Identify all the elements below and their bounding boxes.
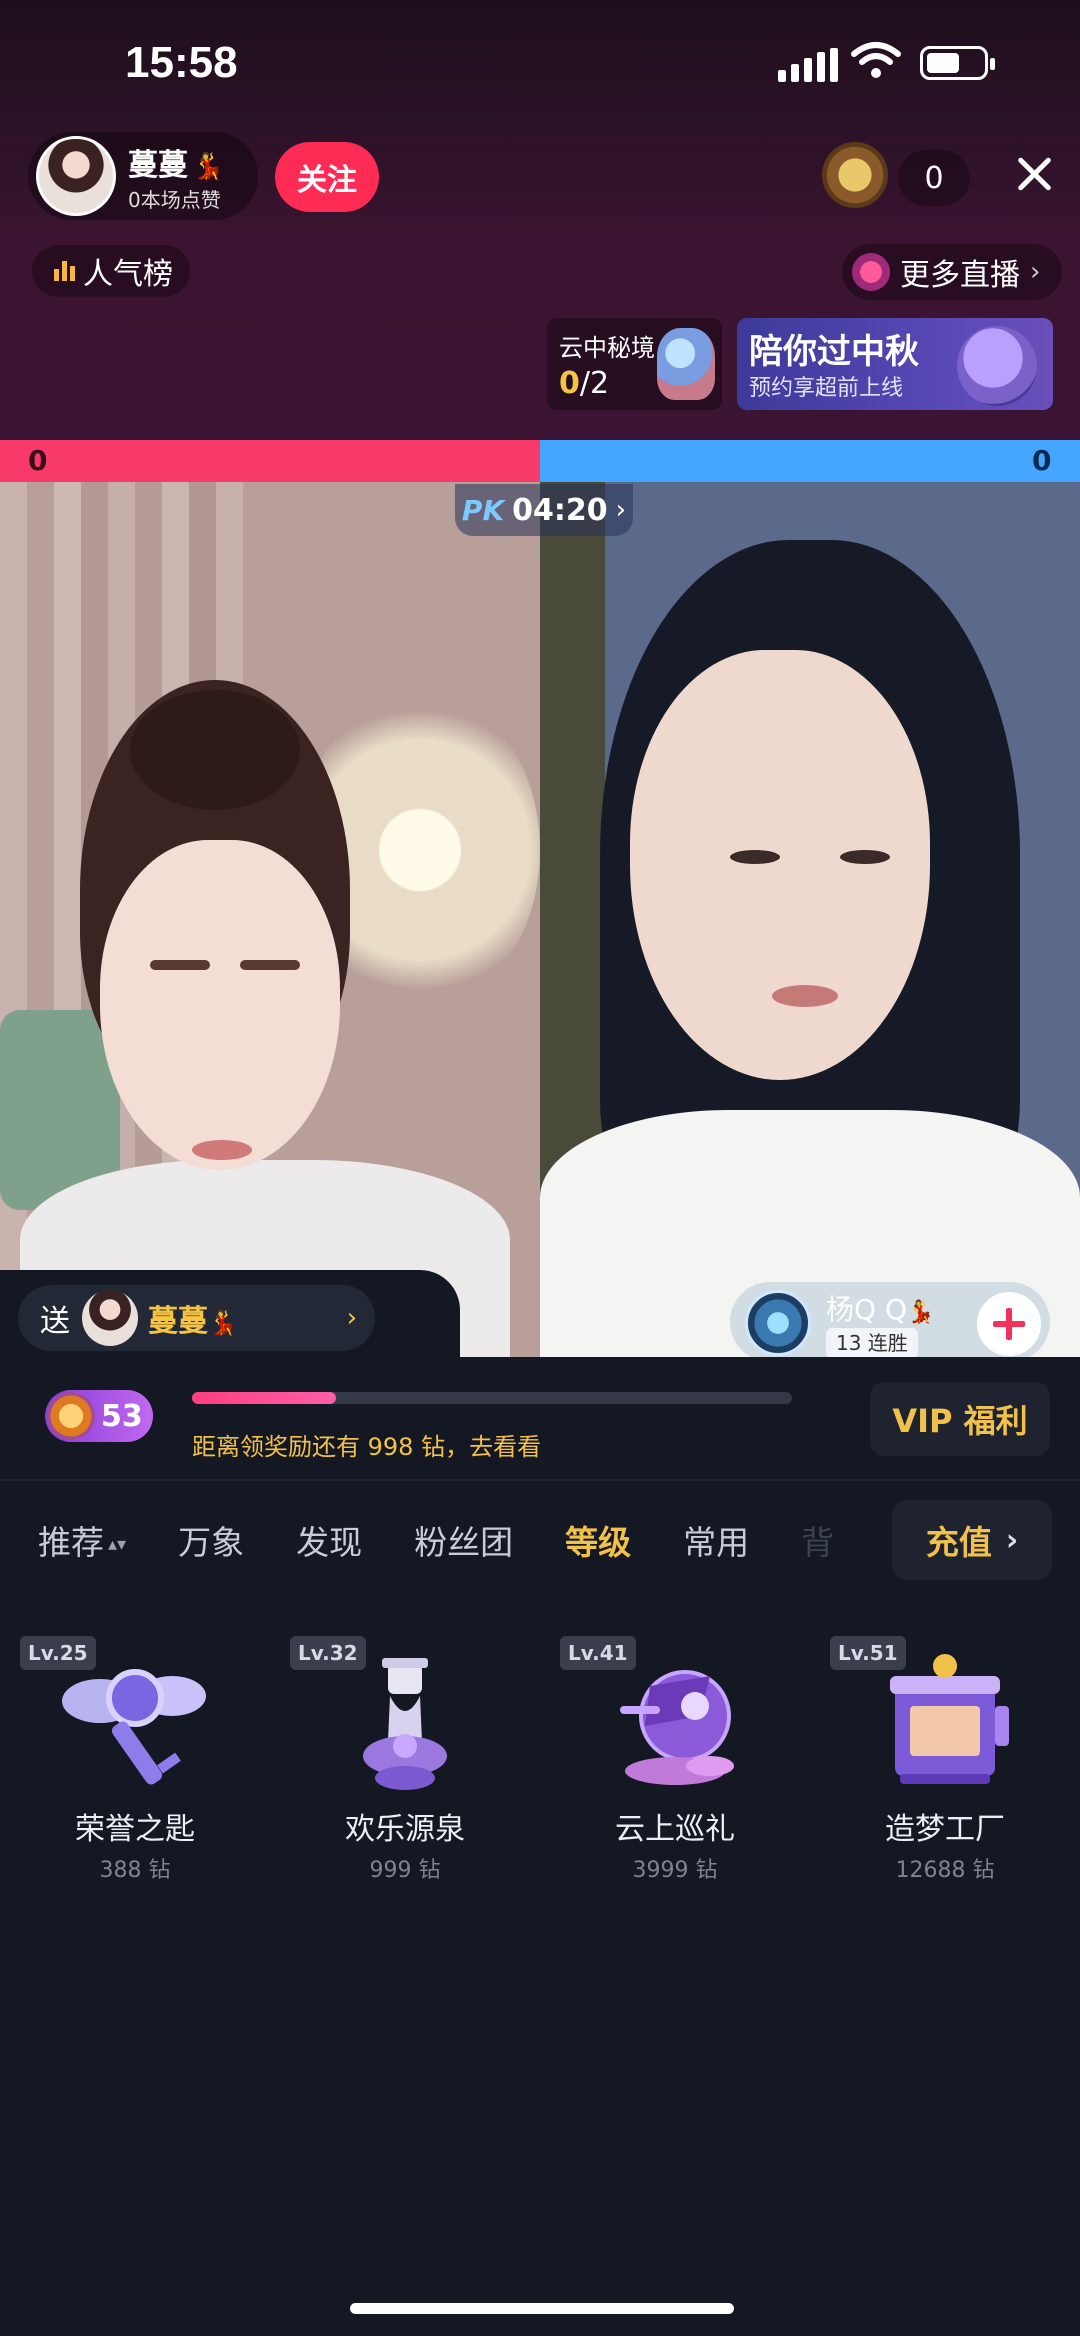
- host-name: 蔓蔓 💃: [128, 148, 225, 183]
- recipient-name: 蔓蔓💃: [148, 1304, 238, 1339]
- fountain-icon: [363, 1658, 447, 1790]
- recharge-button[interactable]: 充值 ›: [892, 1500, 1052, 1580]
- event-title: 云中秘境: [559, 334, 655, 362]
- banner-title: 陪你过中秋: [749, 332, 919, 372]
- gift-name: 荣誉之匙: [75, 1812, 195, 1847]
- gift-name: 造梦工厂: [885, 1812, 1005, 1847]
- dream-factory-icon: [890, 1654, 1009, 1784]
- tab-frequent[interactable]: 常用: [683, 1516, 749, 1564]
- gift-name: 云上巡礼: [615, 1812, 735, 1847]
- sort-icon: ▴▾: [108, 1534, 127, 1555]
- level-number: 53: [101, 1398, 143, 1434]
- crystal-orb-icon: [657, 328, 715, 400]
- opponent-figure-lips: [772, 985, 838, 1007]
- mid-autumn-banner[interactable]: 陪你过中秋 预约享超前上线: [737, 318, 1053, 410]
- airship-icon: [620, 1670, 734, 1785]
- gift-item[interactable]: Lv.51 造梦工厂 12688 钻: [810, 1636, 1080, 1896]
- host-figure-lips: [192, 1140, 252, 1160]
- host-likes: 0本场点赞: [128, 188, 221, 212]
- host-figure-bun: [130, 690, 300, 810]
- level-progress-fill: [192, 1392, 336, 1404]
- tab-level[interactable]: 等级: [565, 1516, 631, 1564]
- home-indicator[interactable]: [350, 2303, 734, 2314]
- tab-recommend[interactable]: 推荐 ▴▾: [38, 1516, 126, 1564]
- chevron-right-icon: ›: [1030, 257, 1041, 287]
- signal-icon: [778, 48, 838, 82]
- gift-price: 3999 钻: [632, 1858, 718, 1883]
- pk-logo-icon: PK: [461, 493, 505, 527]
- pk-time: 04:20: [512, 492, 608, 528]
- pk-bar-left: [0, 440, 540, 482]
- gift-item[interactable]: Lv.25 荣誉之匙 388 钻: [0, 1636, 270, 1896]
- event-progress: 0/2: [559, 366, 610, 401]
- pk-timer[interactable]: PK 04:20 ›: [455, 484, 633, 536]
- host-figure-face: [100, 840, 340, 1170]
- event-card[interactable]: 云中秘境 0/2: [547, 318, 722, 410]
- gift-price: 999 钻: [369, 1858, 441, 1883]
- opponent-name: 杨Q Q💃: [826, 1293, 935, 1326]
- send-to-selector[interactable]: 送 蔓蔓💃 ›: [18, 1285, 375, 1351]
- tab-wanxiang[interactable]: 万象: [178, 1516, 244, 1564]
- status-time: 15:58: [125, 38, 238, 87]
- tab-backpack[interactable]: 背: [801, 1516, 834, 1564]
- bar-chart-icon: [54, 261, 75, 281]
- tab-fan-club[interactable]: 粉丝团: [414, 1516, 513, 1564]
- battery-icon: [920, 46, 995, 80]
- tab-discover[interactable]: 发现: [296, 1516, 362, 1564]
- live-orb-icon: [852, 253, 890, 291]
- wifi-icon: [851, 42, 901, 78]
- gift-item[interactable]: Lv.41 云上巡礼 3999 钻: [540, 1636, 810, 1896]
- level-medal-icon: [47, 1392, 95, 1440]
- pk-score-right: 0: [1032, 444, 1052, 477]
- send-label: 送: [40, 1304, 70, 1339]
- opponent-figure-face: [630, 650, 930, 1080]
- winged-key-icon: [62, 1669, 206, 1785]
- plus-icon[interactable]: [977, 1292, 1041, 1356]
- moon-icon: [957, 326, 1037, 406]
- level-hint[interactable]: 距离领奖励还有 998 钻，去看看: [192, 1427, 541, 1462]
- chevron-right-icon: ›: [1005, 1522, 1019, 1558]
- recharge-label: 充值: [925, 1523, 992, 1562]
- dancer-emoji-icon: 💃: [192, 152, 225, 182]
- banner-subtitle: 预约享超前上线: [749, 376, 904, 401]
- opponent-rank-badge-icon: [745, 1290, 811, 1356]
- host-figure-brow: [240, 960, 300, 970]
- pk-score-left: 0: [28, 444, 48, 477]
- follow-button[interactable]: 关注: [275, 142, 379, 212]
- popularity-rank-button[interactable]: 人气榜: [32, 245, 190, 297]
- opponent-figure-eye: [840, 850, 890, 864]
- gift-name: 欢乐源泉: [345, 1812, 465, 1847]
- chevron-right-icon: ›: [346, 1303, 357, 1333]
- rank-label: 人气榜: [83, 257, 173, 292]
- more-live-button[interactable]: 更多直播 ›: [842, 244, 1062, 300]
- more-live-label: 更多直播: [900, 258, 1020, 293]
- recipient-avatar: [82, 1290, 138, 1346]
- host-figure-brow: [150, 960, 210, 970]
- viewer-count[interactable]: 0: [898, 150, 970, 206]
- gift-price: 12688 钻: [895, 1858, 995, 1883]
- close-icon[interactable]: [1010, 150, 1060, 200]
- gift-price: 388 钻: [99, 1858, 171, 1883]
- pk-bar-right: [540, 440, 1080, 482]
- gift-tabs: 推荐 ▴▾ 万象 发现 粉丝团 等级 常用 背: [38, 1510, 886, 1570]
- win-streak-badge: 13 连胜: [826, 1328, 918, 1358]
- divider: [0, 1479, 1080, 1481]
- host-avatar[interactable]: [36, 136, 116, 216]
- opponent-figure-eye: [730, 850, 780, 864]
- top-viewer-avatar[interactable]: [822, 142, 888, 208]
- vip-benefits-button[interactable]: VIP 福利: [870, 1382, 1050, 1456]
- gift-item[interactable]: Lv.32 欢乐源泉 999 钻: [270, 1636, 540, 1896]
- chevron-right-icon: ›: [615, 495, 627, 525]
- user-level-badge[interactable]: 53: [45, 1390, 153, 1442]
